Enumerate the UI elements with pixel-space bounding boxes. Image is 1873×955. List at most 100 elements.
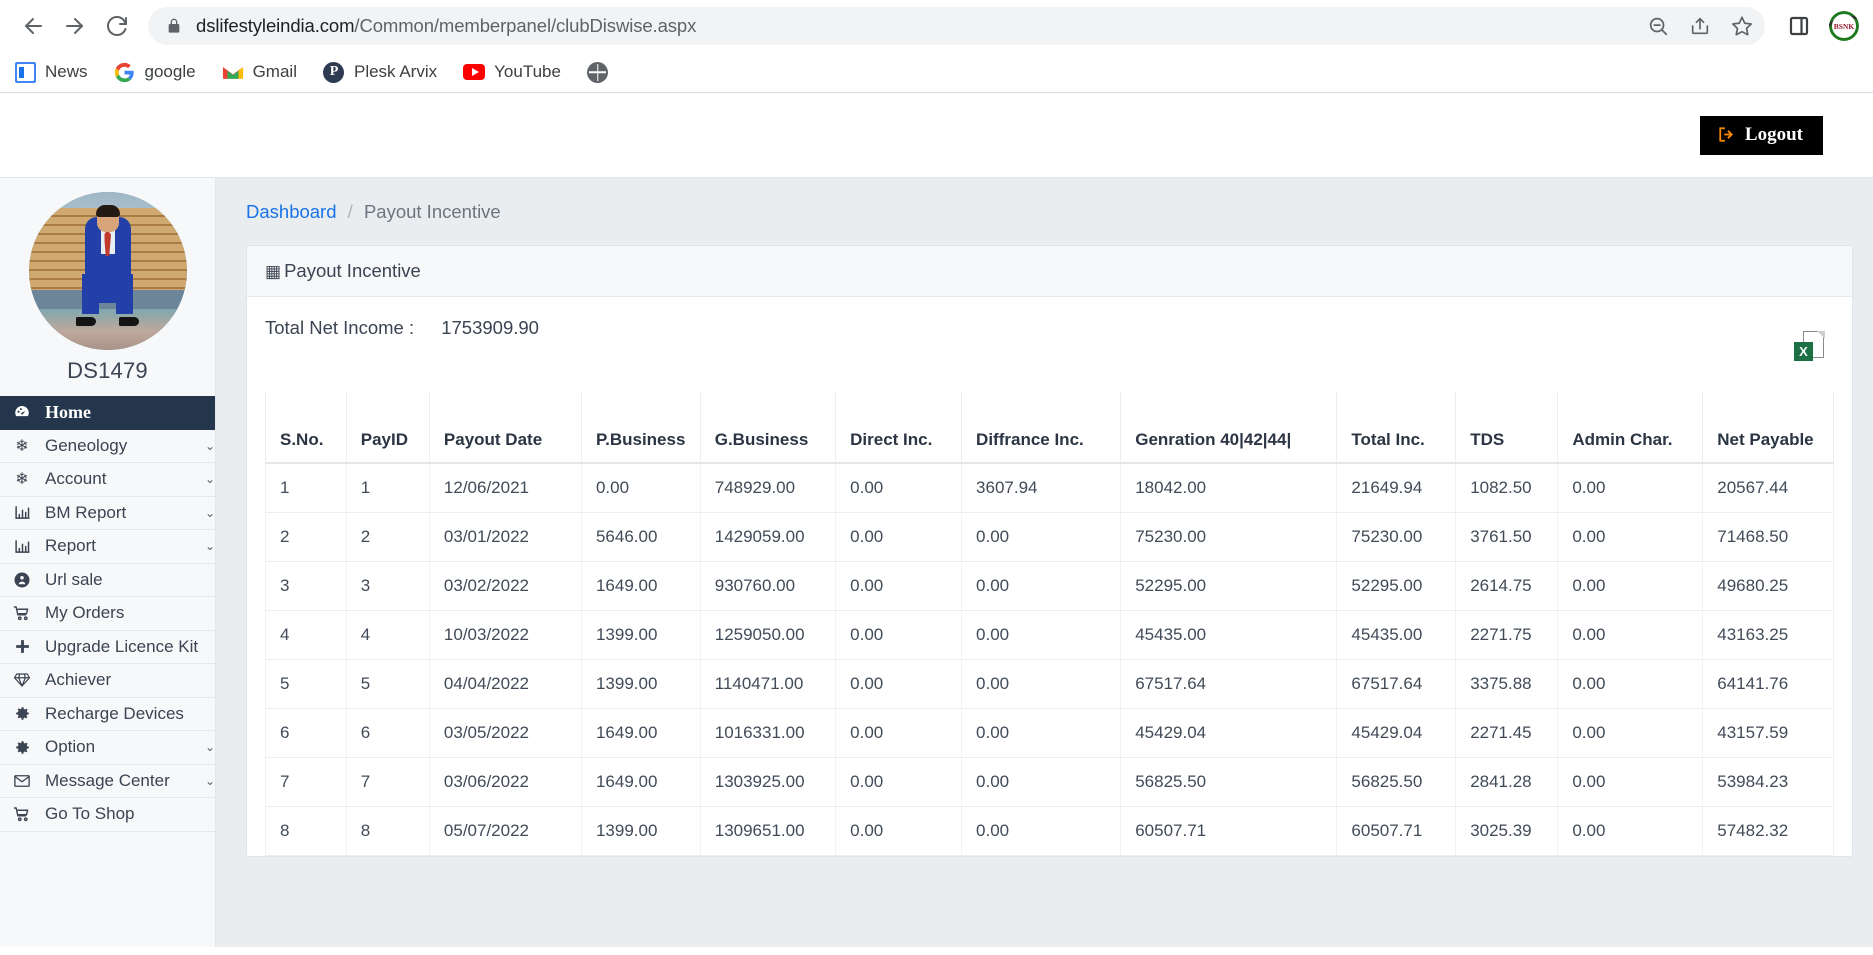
table-row: 2 2 03/01/2022 5646.00 1429059.00 0.00 0…: [266, 513, 1834, 562]
reload-icon[interactable]: [98, 7, 136, 45]
sidebar-item-home[interactable]: Home: [0, 396, 215, 430]
sidebar-item-label: Url sale: [45, 570, 215, 590]
cell-sno: 4: [266, 611, 347, 660]
cell-date: 12/06/2021: [429, 463, 581, 513]
profile-avatar[interactable]: BSNK: [1829, 11, 1859, 41]
sidebar-item-achiever[interactable]: Achiever: [0, 664, 215, 698]
bar-chart-icon: [12, 538, 32, 555]
chevron-down-icon: ⌄: [205, 774, 215, 788]
column-header-payout-date: Payout Date: [429, 391, 581, 463]
bookmark-news[interactable]: News: [14, 61, 88, 83]
sidebar-item-recharge-devices[interactable]: Recharge Devices: [0, 698, 215, 732]
table-grid-icon: ▦: [265, 263, 281, 280]
cell-genration: 67517.64: [1121, 660, 1337, 709]
sidebar-item-my-orders[interactable]: My Orders: [0, 597, 215, 631]
cell-date: 04/04/2022: [429, 660, 581, 709]
total-net-income-value: 1753909.90: [441, 317, 539, 338]
cell-pbusiness: 1399.00: [581, 611, 700, 660]
sidebar-item-url-sale[interactable]: Url sale: [0, 564, 215, 598]
cell-total: 56825.50: [1337, 758, 1456, 807]
cell-pbusiness: 1399.00: [581, 660, 700, 709]
address-bar[interactable]: dslifestyleindia.com/Common/memberpanel/…: [148, 7, 1765, 45]
logout-label: Logout: [1745, 124, 1803, 146]
cell-payid: 3: [346, 562, 429, 611]
cell-admin: 0.00: [1558, 562, 1703, 611]
chevron-down-icon: ⌄: [205, 539, 215, 553]
excel-export-icon[interactable]: X: [1794, 331, 1824, 363]
sidebar-item-label: Home: [45, 402, 215, 423]
cell-sno: 8: [266, 807, 347, 856]
table-row: 3 3 03/02/2022 1649.00 930760.00 0.00 0.…: [266, 562, 1834, 611]
cell-direct: 0.00: [836, 463, 962, 513]
sidebar-item-geneology[interactable]: ❄ Geneology ⌄: [0, 430, 215, 464]
cell-genration: 75230.00: [1121, 513, 1337, 562]
profile-initials: BSNK: [1832, 14, 1856, 38]
forward-arrow-icon[interactable]: [56, 7, 94, 45]
cell-admin: 0.00: [1558, 660, 1703, 709]
cell-sno: 2: [266, 513, 347, 562]
cell-pbusiness: 0.00: [581, 463, 700, 513]
sidebar-item-report[interactable]: Report ⌄: [0, 530, 215, 564]
table-row: 1 1 12/06/2021 0.00 748929.00 0.00 3607.…: [266, 463, 1834, 513]
bookmark-youtube[interactable]: YouTube: [463, 61, 561, 83]
asterisk-icon: ❄: [12, 436, 32, 456]
cell-pbusiness: 1649.00: [581, 709, 700, 758]
cell-direct: 0.00: [836, 611, 962, 660]
sidebar-item-account[interactable]: ❄ Account ⌄: [0, 463, 215, 497]
profile-username: DS1479: [67, 358, 148, 384]
sidebar-item-option[interactable]: Option ⌄: [0, 731, 215, 765]
breadcrumb-dashboard-link[interactable]: Dashboard: [246, 201, 337, 222]
column-header-admin-char: Admin Char.: [1558, 391, 1703, 463]
cell-gbusiness: 930760.00: [700, 562, 835, 611]
share-icon[interactable]: [1689, 15, 1711, 37]
payout-incentive-card: ▦ Payout Incentive Total Net Income : 17…: [246, 245, 1853, 857]
total-net-income: Total Net Income : 1753909.90: [265, 317, 539, 339]
cell-diffrance: 3607.94: [962, 463, 1121, 513]
cart-icon: [12, 805, 32, 823]
summary-row: Total Net Income : 1753909.90 X: [265, 317, 1834, 363]
sidebar-item-bm-report[interactable]: BM Report ⌄: [0, 497, 215, 531]
bookmark-globe[interactable]: [587, 61, 609, 83]
sidebar-profile: DS1479: [0, 178, 215, 396]
bookmark-google[interactable]: google: [114, 61, 196, 83]
cell-sno: 7: [266, 758, 347, 807]
url-path: /Common/memberpanel/clubDiswise.aspx: [354, 15, 696, 36]
cell-net: 43163.25: [1703, 611, 1834, 660]
breadcrumb: Dashboard / Payout Incentive: [246, 201, 1853, 223]
dashboard-icon: [12, 403, 32, 421]
zoom-out-icon[interactable]: [1647, 15, 1669, 37]
cell-gbusiness: 1309651.00: [700, 807, 835, 856]
bar-chart-icon: [12, 504, 32, 521]
sidebar: DS1479 Home ❄ Geneology ⌄ ❄ Account: [0, 178, 216, 947]
sidebar-item-label: Account: [45, 469, 196, 489]
table-header-row: S.No. PayID Payout Date P.Business G.Bus…: [266, 391, 1834, 463]
breadcrumb-current: Payout Incentive: [364, 201, 501, 222]
logout-icon: [1717, 125, 1736, 144]
cell-diffrance: 0.00: [962, 562, 1121, 611]
bookmark-plesk-arvix[interactable]: P Plesk Arvix: [323, 61, 437, 83]
sidebar-item-go-to-shop[interactable]: Go To Shop: [0, 798, 215, 832]
column-header-p-business: P.Business: [581, 391, 700, 463]
cell-net: 64141.76: [1703, 660, 1834, 709]
cell-date: 03/02/2022: [429, 562, 581, 611]
bookmark-gmail[interactable]: Gmail: [222, 61, 297, 83]
sidebar-item-upgrade-licence-kit[interactable]: Upgrade Licence Kit: [0, 631, 215, 665]
card-body: Total Net Income : 1753909.90 X: [247, 297, 1852, 856]
cell-genration: 18042.00: [1121, 463, 1337, 513]
cell-net: 20567.44: [1703, 463, 1834, 513]
table-body: 1 1 12/06/2021 0.00 748929.00 0.00 3607.…: [266, 463, 1834, 856]
cell-admin: 0.00: [1558, 758, 1703, 807]
table-row: 7 7 03/06/2022 1649.00 1303925.00 0.00 0…: [266, 758, 1834, 807]
sidebar-item-message-center[interactable]: Message Center ⌄: [0, 765, 215, 799]
chevron-down-icon: ⌄: [205, 506, 215, 520]
side-panel-icon[interactable]: [1787, 14, 1811, 38]
star-icon[interactable]: [1731, 15, 1753, 37]
back-arrow-icon[interactable]: [14, 7, 52, 45]
column-header-g-business: G.Business: [700, 391, 835, 463]
cell-diffrance: 0.00: [962, 660, 1121, 709]
cell-net: 71468.50: [1703, 513, 1834, 562]
cell-tds: 2614.75: [1456, 562, 1558, 611]
cell-admin: 0.00: [1558, 709, 1703, 758]
logout-button[interactable]: Logout: [1700, 116, 1823, 155]
cell-net: 43157.59: [1703, 709, 1834, 758]
